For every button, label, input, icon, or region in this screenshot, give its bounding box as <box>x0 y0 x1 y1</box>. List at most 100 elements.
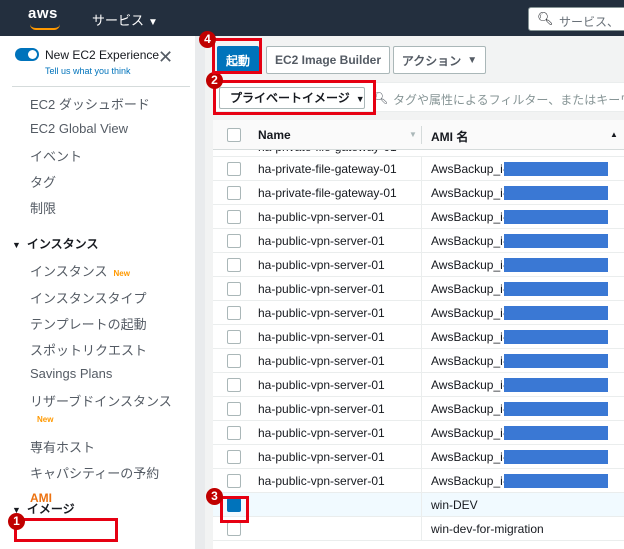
table-row[interactable]: ha-public-vpn-server-01 AwsBackup_i- <box>213 205 624 229</box>
column-divider[interactable] <box>421 126 422 144</box>
row-checkbox[interactable] <box>227 162 241 176</box>
row-ami-name: AwsBackup_i- <box>431 426 507 440</box>
row-name: ha-public-vpn-server-01 <box>258 234 385 248</box>
table-row[interactable]: ha-public-vpn-server-01 AwsBackup_i- <box>213 301 624 325</box>
redaction-mask <box>504 258 608 272</box>
column-divider <box>421 277 422 301</box>
actions-dropdown[interactable]: アクション ▼ <box>393 46 486 74</box>
sidebar-item-savings-plans[interactable]: Savings Plans <box>30 366 112 381</box>
feedback-link[interactable]: Tell us what you think <box>45 66 131 76</box>
row-ami-name: AwsBackup_i- <box>431 474 507 488</box>
table-row[interactable]: ha-public-vpn-server-01 AwsBackup_i- <box>213 277 624 301</box>
sidebar-item-ec2-dashboard[interactable]: EC2 ダッシュボード <box>30 94 150 113</box>
row-name: ha-public-vpn-server-01 <box>258 306 385 320</box>
row-checkbox[interactable] <box>227 474 241 488</box>
column-header-name[interactable]: Name <box>258 128 291 142</box>
section-instances-header[interactable]: ▼ インスタンス <box>12 235 98 252</box>
top-navigation-bar: aws サービス ▼ 🔍︎ サービス、 <box>0 0 624 36</box>
redaction-mask <box>504 474 608 488</box>
row-checkbox[interactable] <box>227 210 241 224</box>
row-checkbox[interactable] <box>227 330 241 344</box>
close-icon[interactable]: ✕ <box>158 48 173 66</box>
row-checkbox[interactable] <box>227 306 241 320</box>
row-checkbox[interactable] <box>227 522 241 536</box>
sort-up-icon[interactable]: ▲ <box>610 130 618 139</box>
sidebar-item-instances[interactable]: インスタンス New <box>30 261 130 280</box>
column-divider <box>421 421 422 445</box>
search-icon: 🔍︎ <box>537 11 554 26</box>
table-row[interactable]: ha-public-vpn-server-01 AwsBackup_i- <box>213 373 624 397</box>
sidebar-divider <box>12 86 190 87</box>
step-badge-4: 4 <box>199 31 216 48</box>
column-divider <box>421 493 422 517</box>
sidebar-item-capacity-reservations[interactable]: キャパシティーの予約 <box>30 463 159 482</box>
row-checkbox[interactable] <box>227 426 241 440</box>
row-ami-name: AwsBackup_i- <box>431 354 507 368</box>
sidebar-item-spot-requests[interactable]: スポットリクエスト <box>30 340 147 359</box>
step-badge-3: 3 <box>206 488 223 505</box>
sort-down-icon[interactable]: ▼ <box>409 130 417 139</box>
redaction-mask <box>504 234 608 248</box>
new-badge: New <box>37 415 54 424</box>
toggle-knob <box>28 50 37 59</box>
sidebar-item-ami[interactable]: AMI <box>30 491 52 505</box>
sidebar-item-reserved-instances[interactable]: リザーブドインスタンス <box>30 391 172 410</box>
sidebar-item-dedicated-hosts[interactable]: 専有ホスト <box>30 437 95 456</box>
filter-input[interactable]: タグや属性によるフィルター、またはキーワー <box>393 91 624 108</box>
column-divider <box>421 517 422 541</box>
redaction-mask <box>504 378 608 392</box>
new-experience-title: New EC2 Experience <box>45 48 160 62</box>
table-row[interactable]: ha-public-vpn-server-01 AwsBackup_i- <box>213 253 624 277</box>
redaction-mask <box>504 354 608 368</box>
sidebar-item-instance-types[interactable]: インスタンスタイプ <box>30 288 146 307</box>
row-ami-name: AwsBackup_i- <box>431 450 507 464</box>
sidebar-item-global-view[interactable]: EC2 Global View <box>30 121 128 136</box>
chevron-down-icon: ▼ <box>467 54 478 66</box>
collapse-triangle-icon: ▼ <box>12 240 21 250</box>
row-checkbox[interactable] <box>227 402 241 416</box>
new-experience-toggle[interactable] <box>15 48 39 61</box>
column-divider <box>421 373 422 397</box>
table-header: Name ▼ AMI 名 ▲ <box>213 120 624 150</box>
table-row[interactable]: ha-private-file-gateway-01 AwsBackup_i- <box>213 181 624 205</box>
aws-logo[interactable]: aws <box>28 5 58 22</box>
table-row[interactable]: ha-public-vpn-server-01 AwsBackup_i- <box>213 397 624 421</box>
sidebar-item-limits[interactable]: 制限 <box>30 198 56 217</box>
redaction-mask <box>504 426 608 440</box>
row-ami-name: AwsBackup_i- <box>431 234 507 248</box>
services-menu[interactable]: サービス ▼ <box>92 10 158 29</box>
table-row-partial[interactable]: ha-private-file-gateway-01 <box>213 150 624 157</box>
table-row[interactable]: win-dev-for-migration <box>213 517 624 541</box>
row-ami-name: AwsBackup_i- <box>431 306 507 320</box>
row-ami-name: AwsBackup_i- <box>431 186 507 200</box>
table-row[interactable]: ha-public-vpn-server-01 AwsBackup_i- <box>213 349 624 373</box>
row-name: ha-public-vpn-server-01 <box>258 450 385 464</box>
image-builder-button[interactable]: EC2 Image Builder <box>266 46 390 74</box>
row-checkbox[interactable] <box>227 378 241 392</box>
row-checkbox[interactable] <box>227 450 241 464</box>
row-checkbox[interactable] <box>227 354 241 368</box>
row-ami-name: AwsBackup_i- <box>431 378 507 392</box>
table-row[interactable]: ha-public-vpn-server-01 AwsBackup_i- <box>213 421 624 445</box>
row-checkbox[interactable] <box>227 282 241 296</box>
sidebar-item-launch-templates[interactable]: テンプレートの起動 <box>30 314 147 333</box>
table-row[interactable]: ha-private-file-gateway-01 AwsBackup_i- <box>213 157 624 181</box>
column-header-ami-name[interactable]: AMI 名 <box>431 128 468 145</box>
column-divider <box>421 205 422 229</box>
row-checkbox[interactable] <box>227 186 241 200</box>
sidebar-item-tags[interactable]: タグ <box>30 172 56 191</box>
table-row[interactable]: ha-public-vpn-server-01 AwsBackup_i- <box>213 325 624 349</box>
table-row[interactable]: win-DEV <box>213 493 624 517</box>
sidebar-item-events[interactable]: イベント <box>30 146 82 165</box>
select-all-checkbox[interactable] <box>227 128 241 142</box>
table-row[interactable]: ha-public-vpn-server-01 AwsBackup_i- <box>213 469 624 493</box>
row-name: ha-public-vpn-server-01 <box>258 378 385 392</box>
row-ami-name: AwsBackup_i- <box>431 258 507 272</box>
sidebar-scrollbar[interactable] <box>195 36 205 549</box>
global-search-input[interactable]: 🔍︎ サービス、 <box>528 7 624 31</box>
table-row[interactable]: ha-public-vpn-server-01 AwsBackup_i- <box>213 445 624 469</box>
table-row[interactable]: ha-public-vpn-server-01 AwsBackup_i- <box>213 229 624 253</box>
row-checkbox[interactable] <box>227 234 241 248</box>
redaction-mask <box>504 306 608 320</box>
row-checkbox[interactable] <box>227 258 241 272</box>
